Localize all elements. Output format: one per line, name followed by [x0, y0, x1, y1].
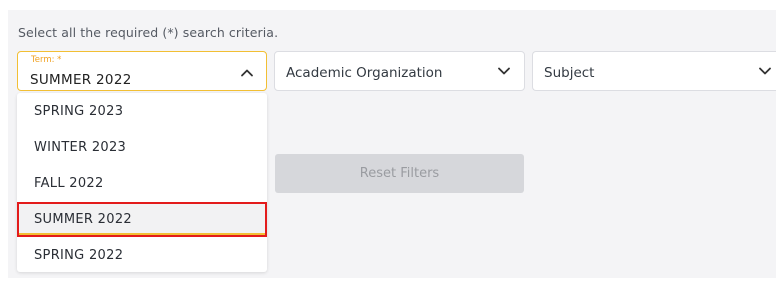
- term-option-fall-2022[interactable]: FALL 2022: [17, 166, 267, 201]
- chevron-down-icon[interactable]: [497, 65, 511, 77]
- term-label: Term: *: [31, 55, 62, 65]
- subject-select[interactable]: Subject: [532, 51, 776, 91]
- search-instructions: Select all the required (*) search crite…: [18, 25, 279, 40]
- chevron-down-icon[interactable]: [758, 65, 772, 77]
- term-option-winter-2023[interactable]: WINTER 2023: [17, 130, 267, 165]
- chevron-up-icon[interactable]: [240, 67, 254, 79]
- term-option-spring-2023[interactable]: SPRING 2023: [17, 94, 267, 129]
- term-options-list: SPRING 2023 WINTER 2023 FALL 2022 SUMMER…: [17, 93, 267, 272]
- term-option-spring-2022[interactable]: SPRING 2022: [17, 238, 267, 273]
- academic-organization-placeholder: Academic Organization: [286, 65, 443, 81]
- term-option-summer-2022[interactable]: SUMMER 2022: [17, 202, 267, 237]
- term-selected-value: SUMMER 2022: [30, 72, 132, 88]
- academic-organization-select[interactable]: Academic Organization: [274, 51, 525, 91]
- reset-filters-button[interactable]: Reset Filters: [275, 154, 524, 193]
- subject-placeholder: Subject: [544, 65, 595, 81]
- term-select[interactable]: Term: * SUMMER 2022: [17, 51, 267, 91]
